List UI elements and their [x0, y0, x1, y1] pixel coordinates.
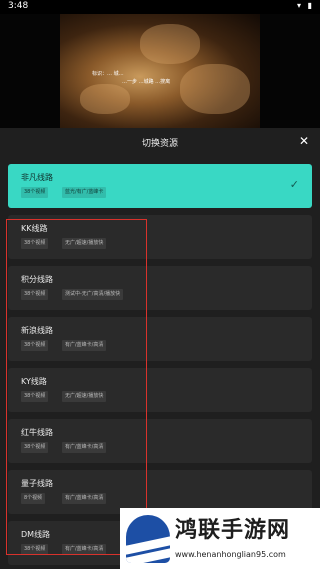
video-subtitle: 标识：… 城…	[92, 71, 124, 77]
status-time: 3:48	[8, 1, 29, 11]
video-count-tag: 38个视频	[21, 391, 49, 402]
line-item-feifan[interactable]: 非凡线路 38个视频 蓝光/有广/蓝峰卡 ✓	[8, 164, 312, 208]
line-name: 非凡线路	[21, 173, 53, 182]
video-count-tag: 38个视频	[21, 289, 49, 300]
line-item-jifen[interactable]: 积分线路 38个视频 测试中-无广/高清/播放快	[8, 266, 312, 310]
close-button[interactable]: ✕	[296, 133, 312, 149]
line-desc-tag: 无广/超速/播放快	[62, 391, 107, 402]
status-bar: 3:48 ▾ ▮	[0, 0, 320, 14]
line-item-kk[interactable]: KK线路 38个视频 无广/超速/播放快	[8, 215, 312, 259]
line-desc-tag: 无广/超速/播放快	[62, 238, 107, 249]
line-desc-tag: 测试中-无广/高清/播放快	[62, 289, 124, 300]
video-count-tag: 38个视频	[21, 544, 49, 555]
video-player[interactable]: 标识：… 城… …一步 …城路 …搜离	[0, 14, 320, 128]
watermark-url: www.henanhonglian95.com	[175, 550, 286, 559]
source-switch-panel: 切换资源 ✕ 非凡线路 38个视频 蓝光/有广/蓝峰卡 ✓ KK线路 38个视频…	[0, 128, 320, 569]
line-item-xinlang[interactable]: 新浪线路 38个视频 有广/蓝峰卡/高清	[8, 317, 312, 361]
line-item-ky[interactable]: KY线路 38个视频 无广/超速/播放快	[8, 368, 312, 412]
line-name: 新浪线路	[21, 326, 53, 335]
line-desc-tag: 有广/蓝峰卡/高清	[62, 544, 107, 555]
line-name: KY线路	[21, 377, 47, 386]
video-subtitle: …一步 …城路 …搜离	[122, 79, 171, 85]
watermark-title: 鸿联手游网	[175, 518, 291, 543]
panel-title: 切换资源	[141, 139, 178, 149]
status-icons: ▾ ▮	[297, 1, 314, 10]
line-name: KK线路	[21, 224, 48, 233]
video-count-tag: 38个视频	[21, 340, 49, 351]
line-item-hongniu[interactable]: 红牛线路 38个视频 有广/蓝峰卡/高清	[8, 419, 312, 463]
line-desc-tag: 有广/蓝峰卡/高清	[62, 442, 107, 453]
video-count-tag: 38个视频	[21, 187, 49, 198]
video-count-tag: 38个视频	[21, 442, 49, 453]
video-count-tag: 38个视频	[21, 238, 49, 249]
watermark: 鸿联手游网 www.henanhonglian95.com	[120, 508, 320, 569]
close-icon: ✕	[298, 134, 310, 148]
line-name: 量子线路	[21, 479, 53, 488]
line-name: 红牛线路	[21, 428, 53, 437]
line-name: DM线路	[21, 530, 51, 539]
logo-icon	[126, 515, 170, 563]
video-count-tag: 8个视频	[21, 493, 46, 504]
check-icon: ✓	[289, 178, 299, 191]
line-desc-tag: 有广/蓝峰卡/高清	[62, 340, 107, 351]
video-frame: 标识：… 城… …一步 …城路 …搜离	[60, 14, 260, 128]
line-desc-tag: 蓝光/有广/蓝峰卡	[62, 187, 107, 198]
line-desc-tag: 有广/蓝峰卡/高清	[62, 493, 107, 504]
line-name: 积分线路	[21, 275, 53, 284]
